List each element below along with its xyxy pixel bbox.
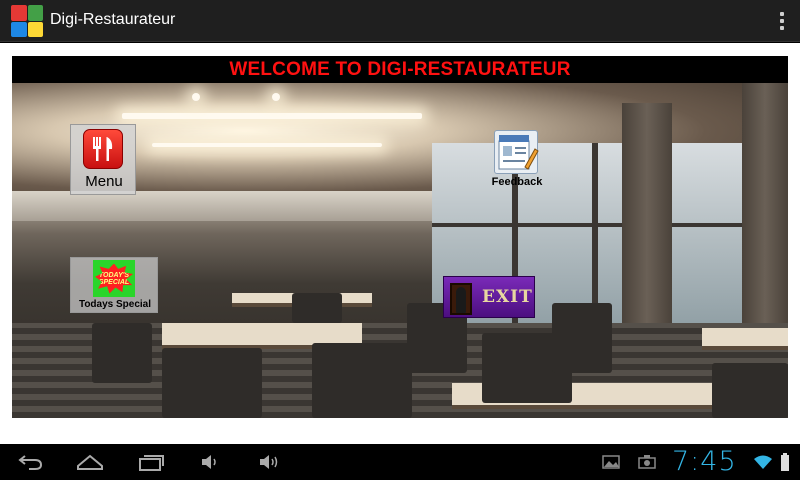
app-title: Digi-Restaurateur bbox=[50, 11, 176, 28]
todays-special-icon: TODAY'S SPECIAL bbox=[93, 260, 135, 297]
exit-person-icon bbox=[456, 287, 466, 313]
special-burst: TODAY'S SPECIAL bbox=[95, 263, 133, 294]
back-icon[interactable] bbox=[16, 450, 46, 474]
todays-special-label: Todays Special bbox=[78, 299, 152, 310]
table bbox=[702, 328, 788, 350]
app-grid-icon bbox=[11, 5, 43, 37]
action-bar: Digi-Restaurateur bbox=[0, 0, 800, 42]
chair bbox=[552, 303, 612, 373]
exit-button[interactable]: EXIT bbox=[443, 276, 535, 318]
welcome-banner: WELCOME TO DIGI-RESTAURATEUR bbox=[12, 56, 788, 83]
volume-down-icon[interactable] bbox=[198, 450, 222, 474]
screenshot-icon bbox=[636, 450, 658, 474]
system-clock: 7:45 bbox=[672, 446, 737, 477]
fork-knife-icon bbox=[83, 129, 123, 169]
chair bbox=[712, 363, 788, 418]
volume-up-icon[interactable] bbox=[256, 450, 284, 474]
feedback-form-icon bbox=[494, 130, 539, 174]
overflow-menu-icon[interactable] bbox=[778, 12, 786, 30]
ceiling-light bbox=[192, 93, 200, 101]
special-badge-text: TODAY'S SPECIAL bbox=[98, 271, 130, 286]
ceiling-light bbox=[152, 143, 382, 147]
chair bbox=[312, 343, 412, 418]
chair bbox=[292, 293, 342, 323]
window-frame bbox=[432, 223, 752, 227]
system-nav-bar: 7:45 bbox=[0, 444, 800, 480]
menu-button[interactable]: Menu bbox=[70, 124, 136, 195]
wifi-icon bbox=[752, 450, 774, 474]
chair bbox=[92, 323, 152, 383]
feedback-label: Feedback bbox=[491, 176, 543, 188]
main-content: WELCOME TO DIGI-RESTAURATEUR Menu Feedba… bbox=[0, 43, 800, 444]
ceiling-light bbox=[272, 93, 280, 101]
ceiling-light bbox=[122, 113, 422, 119]
battery-icon bbox=[778, 450, 792, 474]
chair bbox=[162, 348, 262, 418]
todays-special-button[interactable]: TODAY'S SPECIAL Todays Special bbox=[70, 257, 158, 313]
home-icon[interactable] bbox=[74, 450, 106, 474]
balcony bbox=[12, 191, 432, 221]
welcome-text: WELCOME TO DIGI-RESTAURATEUR bbox=[229, 59, 571, 80]
gallery-icon bbox=[600, 450, 622, 474]
feedback-button[interactable]: Feedback bbox=[492, 128, 542, 190]
menu-label: Menu bbox=[85, 173, 123, 190]
exit-label: EXIT bbox=[482, 287, 533, 307]
recent-apps-icon[interactable] bbox=[136, 450, 166, 474]
pillar bbox=[622, 103, 672, 343]
pillar bbox=[742, 83, 788, 343]
